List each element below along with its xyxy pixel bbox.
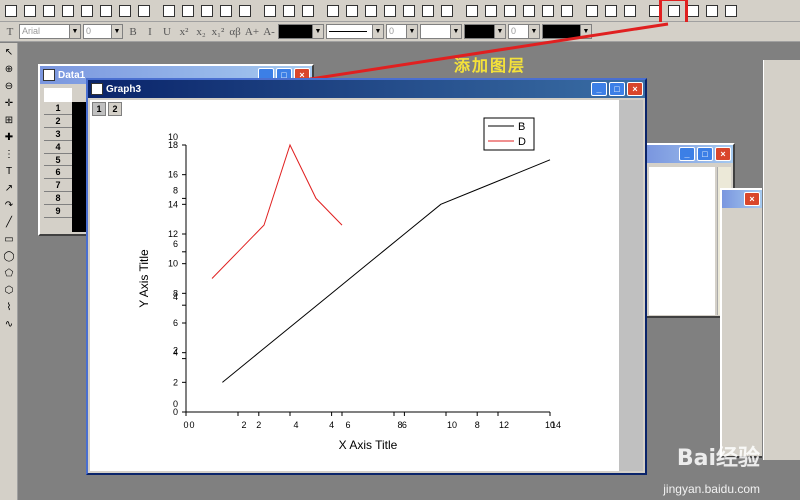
layer2-x-tick-label: 12 bbox=[499, 420, 509, 430]
layer1-y-tick-label: 6 bbox=[173, 318, 178, 328]
layer1-y-tick-label: 2 bbox=[173, 377, 178, 387]
layer1-x-tick-label: 0 bbox=[183, 420, 188, 430]
layer2-y-tick-label: 2 bbox=[173, 346, 178, 356]
x-axis-title: X Axis Title bbox=[339, 438, 398, 452]
layer1-x-tick-label: 6 bbox=[402, 420, 407, 430]
series-line-B bbox=[222, 159, 551, 383]
graph-page[interactable]: 1 2 0 2 4 6 8 10 0 2 4 6 8 10 12 14 16 18 0 2 4 6 8 10 12 14 0 2 4… bbox=[90, 100, 619, 471]
layer2-x-tick-label: 14 bbox=[551, 420, 561, 430]
layer1-y-tick-label: 10 bbox=[168, 259, 178, 269]
layer1-x-tick-label: 8 bbox=[475, 420, 480, 430]
y-axis-title: Y Axis Title bbox=[137, 249, 151, 308]
layer2-x-tick-label: 6 bbox=[345, 420, 350, 430]
layer2-x-tick-label: 2 bbox=[241, 420, 246, 430]
graph-window[interactable]: Graph3 _ □ × 1 2 0 2 4 6 8 10 0 2 4 6 8 10 12 14 16 18 0 2 4… bbox=[86, 78, 647, 475]
maximize-icon[interactable]: □ bbox=[609, 82, 625, 96]
graph-titlebar[interactable]: Graph3 _ □ × bbox=[88, 80, 645, 98]
layer1-x-tick-label: 4 bbox=[329, 420, 334, 430]
layer1-y-tick-label: 16 bbox=[168, 170, 178, 180]
layer2-y-tick-label: 6 bbox=[173, 239, 178, 249]
layer2-x-tick-label: 8 bbox=[397, 420, 402, 430]
layer2-y-tick-label: 10 bbox=[168, 132, 178, 142]
layer2-x-tick-label: 4 bbox=[293, 420, 298, 430]
watermark-logo: Bai经验 bbox=[676, 446, 760, 471]
minimize-icon[interactable]: _ bbox=[591, 82, 607, 96]
legend-label-B: B bbox=[518, 121, 525, 133]
legend-box bbox=[483, 117, 535, 151]
graph-icon bbox=[91, 83, 103, 95]
layer2-y-tick-label: 4 bbox=[173, 292, 178, 302]
close-icon[interactable]: × bbox=[627, 82, 643, 96]
layer1-y-tick-label: 14 bbox=[168, 199, 178, 209]
series-line-D bbox=[211, 143, 343, 279]
layer1-x-tick-label: 2 bbox=[256, 420, 261, 430]
chart-canvas[interactable]: 0 2 4 6 8 100246810121416180 2 4 6 8 10 12 140246810… bbox=[90, 100, 619, 471]
layer2-y-tick-label: 8 bbox=[173, 185, 178, 195]
layer2-x-tick-label: 10 bbox=[447, 420, 457, 430]
layer2-y-tick-label: 0 bbox=[173, 399, 178, 409]
graph-title: Graph3 bbox=[106, 83, 142, 95]
legend-label-D: D bbox=[518, 136, 526, 148]
graph-page-margin bbox=[619, 100, 643, 471]
watermark-url: jingyan.baidu.com bbox=[663, 482, 760, 496]
layer1-y-tick-label: 12 bbox=[168, 229, 178, 239]
layer2-x-tick-label: 0 bbox=[189, 420, 194, 430]
